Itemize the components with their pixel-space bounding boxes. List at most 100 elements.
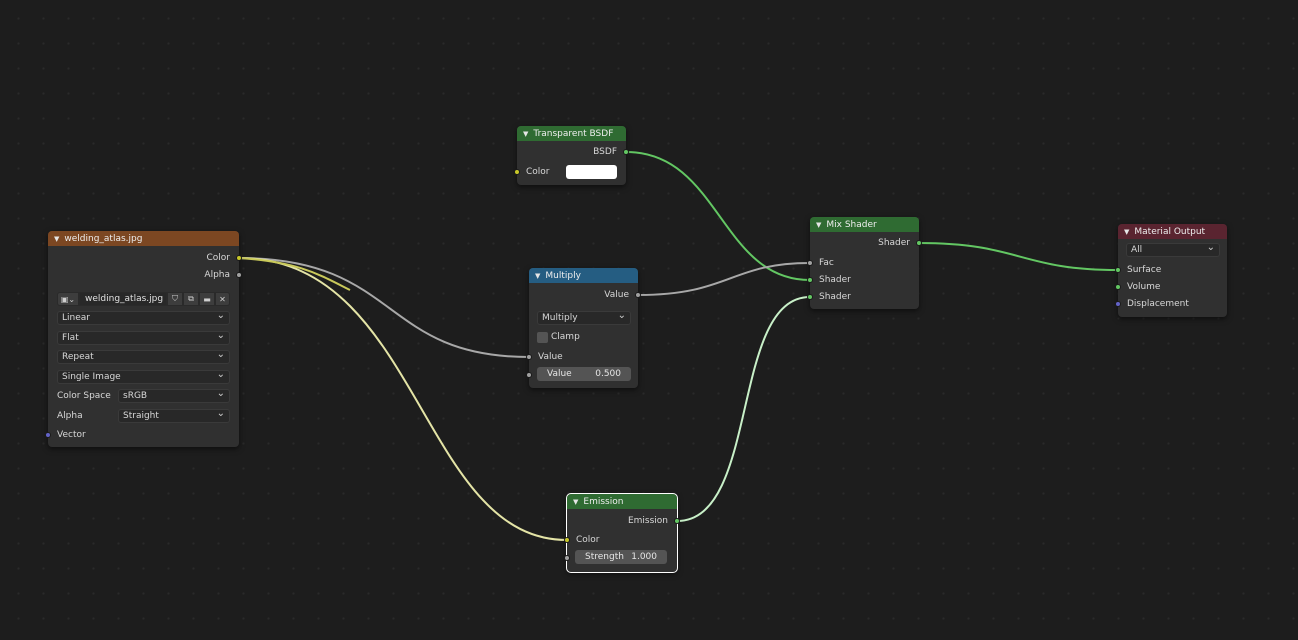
dropdown-value: sRGB xyxy=(123,391,148,401)
float-socket[interactable] xyxy=(526,354,532,360)
socket-label: Color xyxy=(206,253,231,263)
alpha-mode-dropdown[interactable]: Straight xyxy=(118,408,230,423)
node-header[interactable]: ▼ Mix Shader xyxy=(810,217,919,232)
float-socket[interactable] xyxy=(526,372,532,378)
dropdown-value: Linear xyxy=(62,313,90,323)
unlink-image-button[interactable]: ✕ xyxy=(215,292,230,306)
clamp-checkbox[interactable] xyxy=(537,332,548,343)
input-volume-label: Volume xyxy=(1127,282,1161,292)
node-header[interactable]: ▼ Transparent BSDF xyxy=(517,126,626,141)
node-title: welding_atlas.jpg xyxy=(64,233,143,244)
node-title: Transparent BSDF xyxy=(533,128,614,139)
link-mix-to-output[interactable] xyxy=(918,242,1119,271)
field-value: 0.500 xyxy=(595,369,621,379)
shader-socket[interactable] xyxy=(807,294,813,300)
output-value: Value xyxy=(529,287,638,303)
link-multiply-to-mix-fac[interactable] xyxy=(637,262,811,296)
output-bsdf: BSDF xyxy=(517,144,626,160)
image-icon: ▣⌄ xyxy=(60,294,76,304)
image-selector: ▣⌄ welding_atlas.jpg ⛉ ⧉ ▬ ✕ xyxy=(57,292,230,306)
math-multiply-node[interactable]: ▼ Multiply Value Multiply Clamp Value Va… xyxy=(526,268,641,388)
field-label: Value xyxy=(547,369,572,379)
color-swatch[interactable] xyxy=(566,165,617,179)
dropdown-value: Single Image xyxy=(62,372,121,382)
socket-label: Vector xyxy=(57,430,86,440)
float-socket[interactable] xyxy=(807,260,813,266)
input-shader1-label: Shader xyxy=(819,275,851,285)
node-header[interactable]: ▼ Emission xyxy=(567,494,677,509)
shader-socket[interactable] xyxy=(1115,284,1121,290)
chevron-down-icon[interactable]: ▼ xyxy=(54,235,59,243)
dropdown-value: All xyxy=(1131,245,1143,255)
shader-socket[interactable] xyxy=(807,277,813,283)
node-header[interactable]: ▼ welding_atlas.jpg xyxy=(48,231,239,246)
input-vector: Vector xyxy=(48,427,239,443)
output-emission: Emission xyxy=(567,513,677,529)
link-image-color-to-multiply[interactable] xyxy=(238,257,530,358)
float-socket[interactable] xyxy=(635,292,641,298)
input-color-label: Color xyxy=(576,535,600,545)
color-socket[interactable] xyxy=(564,537,570,543)
socket-label: Emission xyxy=(627,516,668,526)
color-socket[interactable] xyxy=(514,169,520,175)
fake-user-button[interactable]: ⛉ xyxy=(167,292,183,306)
link-transparent-to-mix[interactable] xyxy=(625,151,811,281)
node-header[interactable]: ▼ Material Output xyxy=(1118,224,1227,239)
dropdown-value: Straight xyxy=(123,411,159,421)
extension-dropdown[interactable]: Repeat xyxy=(57,349,230,364)
alpha-mode-label: Alpha xyxy=(57,411,83,421)
chevron-down-icon[interactable]: ▼ xyxy=(1124,228,1129,236)
link-emission-to-mix[interactable] xyxy=(676,296,811,522)
duplicate-icon: ⧉ xyxy=(188,294,194,303)
open-image-button[interactable]: ▬ xyxy=(199,292,215,306)
node-header[interactable]: ▼ Multiply xyxy=(529,268,638,283)
link-image-color-to-emission[interactable] xyxy=(238,257,568,541)
node-title: Emission xyxy=(583,496,624,507)
shader-socket[interactable] xyxy=(674,518,680,524)
chevron-down-icon[interactable]: ▼ xyxy=(573,498,578,506)
value-field[interactable]: Value 0.500 xyxy=(537,367,631,381)
close-icon: ✕ xyxy=(219,294,226,304)
shader-socket[interactable] xyxy=(623,149,629,155)
output-alpha: Alpha xyxy=(48,267,239,283)
strength-field[interactable]: Strength 1.000 xyxy=(575,550,667,564)
folder-icon: ▬ xyxy=(203,294,211,304)
dropdown-value: Repeat xyxy=(62,352,94,362)
input-value-label: Value xyxy=(538,352,563,362)
clamp-label: Clamp xyxy=(551,332,580,342)
chevron-down-icon[interactable]: ▼ xyxy=(535,272,540,280)
float-socket[interactable] xyxy=(236,272,242,278)
color-socket[interactable] xyxy=(236,255,242,261)
input-shader2-label: Shader xyxy=(819,292,851,302)
vector-socket[interactable] xyxy=(45,432,51,438)
transparent-bsdf-node[interactable]: ▼ Transparent BSDF BSDF Color xyxy=(514,126,629,185)
socket-label: BSDF xyxy=(593,147,617,157)
socket-label: Value xyxy=(604,290,629,300)
shader-socket[interactable] xyxy=(1115,267,1121,273)
new-image-button[interactable]: ⧉ xyxy=(183,292,199,306)
node-title: Multiply xyxy=(545,270,581,281)
image-texture-node[interactable]: ▼ welding_atlas.jpg Color Alpha ▣⌄ weldi… xyxy=(45,231,242,447)
input-surface-label: Surface xyxy=(1127,265,1162,275)
chevron-down-icon[interactable]: ▼ xyxy=(523,130,528,138)
image-name-field[interactable]: welding_atlas.jpg xyxy=(79,292,167,306)
mix-shader-node[interactable]: ▼ Mix Shader Shader Fac Shader Shader xyxy=(807,217,922,309)
target-dropdown[interactable]: All xyxy=(1126,242,1220,257)
chevron-down-icon[interactable]: ▼ xyxy=(816,221,821,229)
shader-socket[interactable] xyxy=(916,240,922,246)
operation-dropdown[interactable]: Multiply xyxy=(537,310,631,325)
socket-label: Alpha xyxy=(204,270,230,280)
projection-dropdown[interactable]: Flat xyxy=(57,330,230,345)
shield-icon: ⛉ xyxy=(172,294,178,303)
dropdown-value: Flat xyxy=(62,333,79,343)
image-browse-button[interactable]: ▣⌄ xyxy=(57,292,79,306)
float-socket[interactable] xyxy=(564,555,570,561)
emission-node[interactable]: ▼ Emission Emission Color Strength 1.000 xyxy=(564,493,680,573)
vector-socket[interactable] xyxy=(1115,301,1121,307)
source-dropdown[interactable]: Single Image xyxy=(57,369,230,384)
interpolation-dropdown[interactable]: Linear xyxy=(57,310,230,325)
color-space-dropdown[interactable]: sRGB xyxy=(118,388,230,403)
material-output-node[interactable]: ▼ Material Output All Surface Volume Dis… xyxy=(1115,224,1227,317)
node-title: Mix Shader xyxy=(826,219,877,230)
input-displacement-label: Displacement xyxy=(1127,299,1189,309)
